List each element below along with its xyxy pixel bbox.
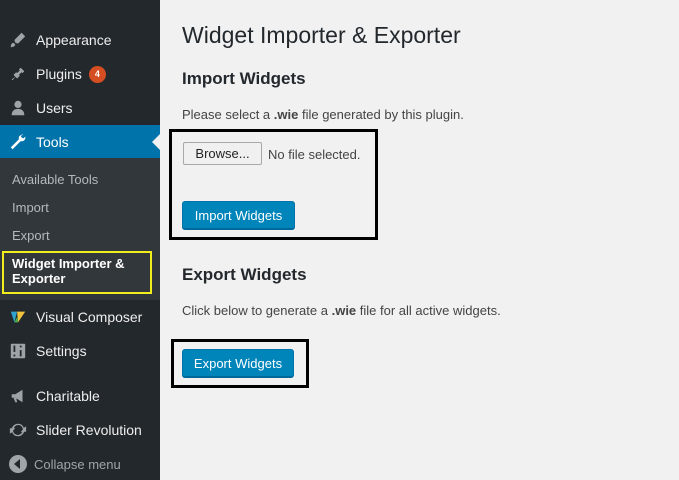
menu-item-slider-revolution[interactable]: Slider Revolution <box>0 413 160 447</box>
import-description: Please select a .wie file generated by t… <box>182 107 464 122</box>
paintbrush-icon <box>8 30 28 50</box>
menu-item-label: Plugins <box>36 66 82 82</box>
megaphone-icon <box>8 386 28 406</box>
menu-item-label: Appearance <box>36 32 112 48</box>
menu-item-users[interactable]: Users <box>0 91 160 125</box>
update-count-badge: 4 <box>88 65 106 83</box>
page-title: Widget Importer & Exporter <box>182 22 461 48</box>
file-browse-button[interactable]: Browse... <box>183 142 262 165</box>
current-menu-arrow <box>152 134 160 150</box>
tools-submenu: Available Tools Import Export Widget Imp… <box>0 158 160 300</box>
menu-item-settings[interactable]: Settings <box>0 334 160 368</box>
menu-item-label: Tools <box>36 134 69 150</box>
users-icon <box>8 98 28 118</box>
menu-item-visual-composer[interactable]: Visual Composer <box>0 300 160 334</box>
visual-composer-icon <box>8 307 28 327</box>
import-section-heading: Import Widgets <box>182 69 306 88</box>
submenu-item-import[interactable]: Import <box>12 200 49 215</box>
import-widgets-button[interactable]: Import Widgets <box>182 201 295 229</box>
submenu-item-widget-importer-exporter[interactable]: Widget Importer & Exporter <box>12 256 142 286</box>
refresh-icon <box>8 420 28 440</box>
menu-item-label: Visual Composer <box>36 309 143 325</box>
menu-item-appearance[interactable]: Appearance <box>0 23 160 57</box>
export-section-heading: Export Widgets <box>182 265 307 284</box>
wrench-icon <box>8 132 28 152</box>
collapse-menu-button[interactable]: Collapse menu <box>0 450 160 478</box>
settings-icon <box>8 341 28 361</box>
menu-item-tools[interactable]: Tools <box>0 125 160 159</box>
file-selection-status: No file selected. <box>268 147 361 162</box>
menu-item-label: Charitable <box>36 388 100 404</box>
submenu-item-available-tools[interactable]: Available Tools <box>12 172 98 187</box>
menu-item-label: Users <box>36 100 73 116</box>
main-content: Widget Importer & Exporter Import Widget… <box>160 0 679 480</box>
menu-item-plugins[interactable]: Plugins 4 <box>0 57 160 91</box>
collapse-menu-label: Collapse menu <box>34 456 121 472</box>
plugin-icon <box>8 64 28 84</box>
admin-sidebar: Appearance Plugins 4 Users Tools Availab… <box>0 0 160 480</box>
menu-item-charitable[interactable]: Charitable <box>0 379 160 413</box>
submenu-item-export[interactable]: Export <box>12 228 50 243</box>
export-description: Click below to generate a .wie file for … <box>182 303 501 318</box>
collapse-arrow-icon <box>9 455 27 473</box>
menu-item-label: Settings <box>36 343 87 359</box>
menu-item-label: Slider Revolution <box>36 422 142 438</box>
export-widgets-button[interactable]: Export Widgets <box>182 349 294 377</box>
